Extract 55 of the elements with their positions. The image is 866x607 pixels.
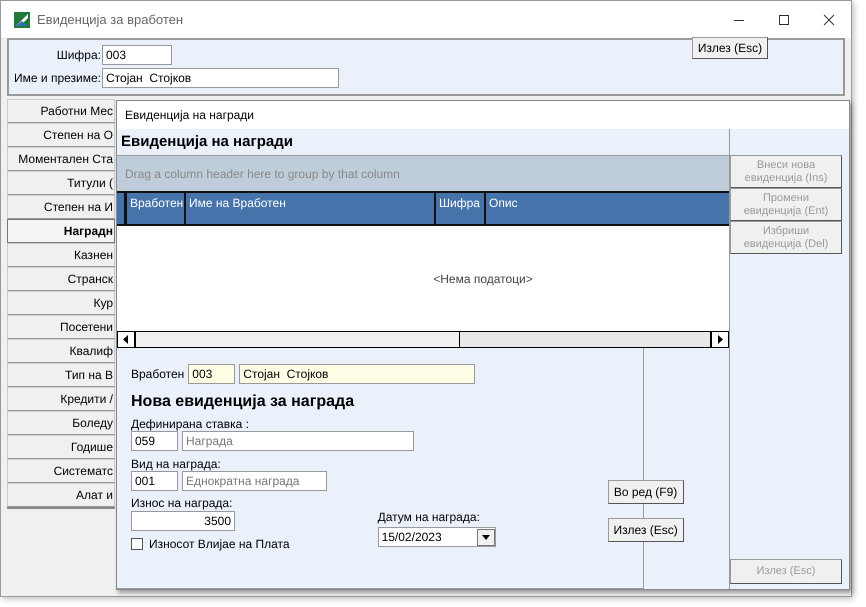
sidebar-item[interactable]: Титули ( — [7, 171, 115, 195]
item-code-field[interactable]: 059 — [131, 431, 178, 451]
sidebar-item[interactable]: Казнен — [7, 243, 115, 267]
sidebar-item[interactable]: Боледу — [7, 411, 115, 435]
sidebar-item[interactable]: Работни Мес — [7, 99, 115, 123]
sidebar-item[interactable]: Годише — [7, 435, 115, 459]
sidebar-item[interactable]: Степен на И — [7, 195, 115, 219]
column-header[interactable]: Име на Вработен — [186, 193, 436, 224]
window-title: Евиденција за вработен — [37, 12, 184, 27]
sidebar-item[interactable]: Странск — [7, 267, 115, 291]
sidebar-item[interactable]: Квалиф — [7, 339, 115, 363]
code-field[interactable]: 003 — [102, 45, 172, 65]
exit-button[interactable]: Излез (Esc) — [608, 518, 684, 542]
close-icon[interactable] — [823, 14, 835, 26]
amount-label: Износ на награда: — [131, 496, 234, 510]
sidebar-item[interactable]: Тип на В — [7, 363, 115, 387]
amount-field[interactable]: 3500 — [131, 511, 235, 531]
empty-message: <Нема податоци> — [432, 272, 533, 286]
column-header[interactable]: Шифра — [436, 193, 486, 224]
name-label: Име и презиме: — [13, 71, 101, 85]
exit-button[interactable]: Излез (Esc) — [692, 37, 768, 59]
code-label: Шифра: — [56, 48, 101, 62]
employee-code-field[interactable]: 003 — [188, 364, 236, 384]
dropdown-icon[interactable] — [476, 528, 495, 546]
dialog-title: Евиденција на награди — [117, 101, 849, 129]
sidebar-item[interactable]: Наградн — [7, 219, 115, 243]
date-label: Датум на награда: — [378, 510, 481, 524]
type-code-field[interactable]: 001 — [131, 471, 178, 491]
item-name-field[interactable]: Награда — [182, 431, 414, 451]
checkbox-label: Износот Влијае на Плата — [149, 537, 290, 551]
sidebar-item[interactable]: Алат и — [7, 483, 115, 507]
sidebar-item[interactable]: Кур — [7, 291, 115, 315]
sidebar-item[interactable]: Посетени — [7, 315, 115, 339]
sidebar-item[interactable]: Систематс — [7, 459, 115, 483]
sidebar-item[interactable]: Кредити / — [7, 387, 115, 411]
ok-button[interactable]: Во ред (F9) — [608, 480, 684, 504]
horizontal-scrollbar[interactable] — [117, 331, 729, 348]
scroll-thumb[interactable] — [136, 332, 460, 347]
type-label: Вид на награда: — [131, 457, 222, 471]
logo-icon — [14, 12, 30, 28]
item-label: Дефинирана ставка : — [131, 417, 250, 431]
column-header[interactable]: Опис — [486, 193, 729, 224]
sidebar-item[interactable]: Моментален Ста — [7, 147, 115, 171]
name-field[interactable]: Стојан Стојков — [102, 68, 339, 88]
section-heading: Евиденција на награди — [120, 132, 294, 152]
column-header[interactable]: Вработен — [127, 193, 186, 224]
sidebar-item[interactable]: Степен на О — [7, 123, 115, 147]
checkbox[interactable] — [131, 538, 143, 550]
employee-label: Вработен — [131, 367, 184, 381]
date-picker[interactable]: 15/02/2023 — [378, 527, 496, 547]
maximize-icon[interactable] — [778, 14, 790, 26]
form-heading: Нова евиденција за награда — [131, 393, 356, 411]
type-name-field[interactable]: Еднократна награда — [182, 471, 327, 491]
employee-name-field[interactable]: Стојан Стојков — [239, 364, 476, 384]
group-panel: Drag a column header here to group by that column — [117, 156, 729, 191]
